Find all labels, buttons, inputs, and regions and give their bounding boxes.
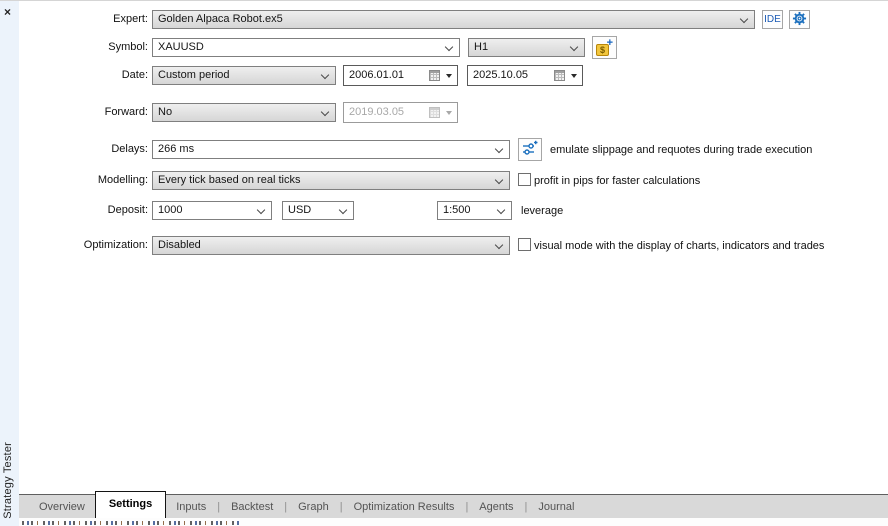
tab-settings[interactable]: Settings [95, 491, 166, 518]
delays-label: Delays: [20, 140, 148, 159]
tab-label: Inputs [176, 501, 206, 513]
tab-agents[interactable]: Agents [469, 496, 523, 518]
chevron-down-icon [257, 206, 265, 214]
chevron-down-icon [740, 15, 748, 23]
tab-label: Agents [479, 501, 513, 513]
symbol-label: Symbol: [20, 38, 148, 57]
chevron-down-icon [570, 43, 578, 51]
deposit-label: Deposit: [20, 201, 148, 220]
chevron-down-icon [339, 206, 347, 214]
dropdown-arrow-icon [446, 74, 452, 78]
tab-label: Journal [538, 501, 574, 513]
clipped-status-text [22, 521, 240, 525]
modelling-label: Modelling: [20, 171, 148, 190]
date-to-picker[interactable]: 2025.10.05 [467, 65, 583, 86]
tab-label: Graph [298, 501, 329, 513]
tab-bar: Overview Settings Inputs | Backtest | Gr… [19, 494, 888, 518]
sliders-icon [522, 140, 538, 159]
tab-optimization-results[interactable]: Optimization Results [344, 496, 465, 518]
period-value: H1 [474, 39, 564, 56]
leverage-value: 1:500 [443, 202, 491, 219]
chevron-down-icon [321, 108, 329, 116]
date-from-value: 2006.01.01 [349, 66, 404, 85]
strategy-tester-panel: { "window": { "close_glyph": "×", "panel… [0, 0, 888, 525]
forward-label: Forward: [20, 103, 148, 122]
dropdown-arrow-icon [571, 74, 577, 78]
optimization-value: Disabled [158, 237, 489, 254]
date-label: Date: [20, 66, 148, 85]
profit-in-pips-label: profit in pips for faster calculations [534, 175, 700, 188]
date-range-select[interactable]: Custom period [152, 66, 336, 85]
chevron-down-icon [495, 241, 503, 249]
symbol-select[interactable]: XAUUSD [152, 38, 460, 57]
tab-separator: | [217, 501, 220, 513]
chevron-down-icon [321, 71, 329, 79]
deposit-currency-select[interactable]: USD [282, 201, 354, 220]
chevron-down-icon [497, 206, 505, 214]
expert-label: Expert: [20, 10, 148, 29]
leverage-label: leverage [521, 205, 563, 218]
forward-date-picker: 2019.03.05 [343, 102, 458, 123]
visual-mode-label: visual mode with the display of charts, … [534, 240, 824, 253]
delays-settings-button[interactable] [518, 138, 542, 161]
leverage-select[interactable]: 1:500 [437, 201, 512, 220]
delays-select[interactable]: 266 ms [152, 140, 510, 159]
new-chart-icon: $ + [596, 40, 613, 56]
calendar-icon [429, 107, 440, 118]
chevron-down-icon [495, 176, 503, 184]
deposit-amount-value: 1000 [158, 202, 251, 219]
close-icon[interactable]: × [4, 6, 11, 18]
expert-value: Golden Alpaca Robot.ex5 [158, 11, 734, 28]
date-from-picker[interactable]: 2006.01.01 [343, 65, 458, 86]
open-chart-button[interactable]: $ + [592, 36, 617, 59]
tab-separator: | [284, 501, 287, 513]
tab-label: Overview [39, 501, 85, 513]
tab-separator: | [525, 501, 528, 513]
tab-inputs[interactable]: Inputs [166, 496, 216, 518]
profit-in-pips-checkbox[interactable] [518, 173, 531, 186]
forward-date-value: 2019.03.05 [349, 103, 404, 122]
optimization-select[interactable]: Disabled [152, 236, 510, 255]
calendar-icon [554, 70, 565, 81]
dock-sidebar: × Strategy Tester [0, 1, 19, 526]
dropdown-arrow-icon [446, 111, 452, 115]
calendar-icon [429, 70, 440, 81]
expert-properties-button[interactable] [789, 10, 810, 29]
tab-label: Settings [109, 498, 152, 510]
date-to-value: 2025.10.05 [473, 66, 528, 85]
tab-label: Optimization Results [354, 501, 455, 513]
modelling-value: Every tick based on real ticks [158, 172, 489, 189]
tab-backtest[interactable]: Backtest [221, 496, 283, 518]
gear-icon [792, 11, 807, 29]
ide-button[interactable]: IDE [762, 10, 783, 29]
tab-separator: | [465, 501, 468, 513]
date-range-value: Custom period [158, 67, 315, 84]
expert-select[interactable]: Golden Alpaca Robot.ex5 [152, 10, 755, 29]
visual-mode-checkbox[interactable] [518, 238, 531, 251]
panel-title: Strategy Tester [2, 442, 14, 519]
deposit-amount-select[interactable]: 1000 [152, 201, 272, 220]
chevron-down-icon [445, 43, 453, 51]
forward-select[interactable]: No [152, 103, 336, 122]
period-select[interactable]: H1 [468, 38, 585, 57]
optimization-label: Optimization: [20, 236, 148, 255]
symbol-value: XAUUSD [158, 39, 439, 56]
plus-glyph: + [607, 38, 613, 48]
tab-journal[interactable]: Journal [528, 496, 584, 518]
modelling-select[interactable]: Every tick based on real ticks [152, 171, 510, 190]
tab-label: Backtest [231, 501, 273, 513]
tab-graph[interactable]: Graph [288, 496, 339, 518]
delays-hint: emulate slippage and requotes during tra… [550, 144, 812, 157]
deposit-currency-value: USD [288, 202, 333, 219]
chevron-down-icon [495, 145, 503, 153]
forward-value: No [158, 104, 315, 121]
tab-overview[interactable]: Overview [29, 496, 95, 518]
delays-value: 266 ms [158, 141, 489, 158]
tab-separator: | [340, 501, 343, 513]
